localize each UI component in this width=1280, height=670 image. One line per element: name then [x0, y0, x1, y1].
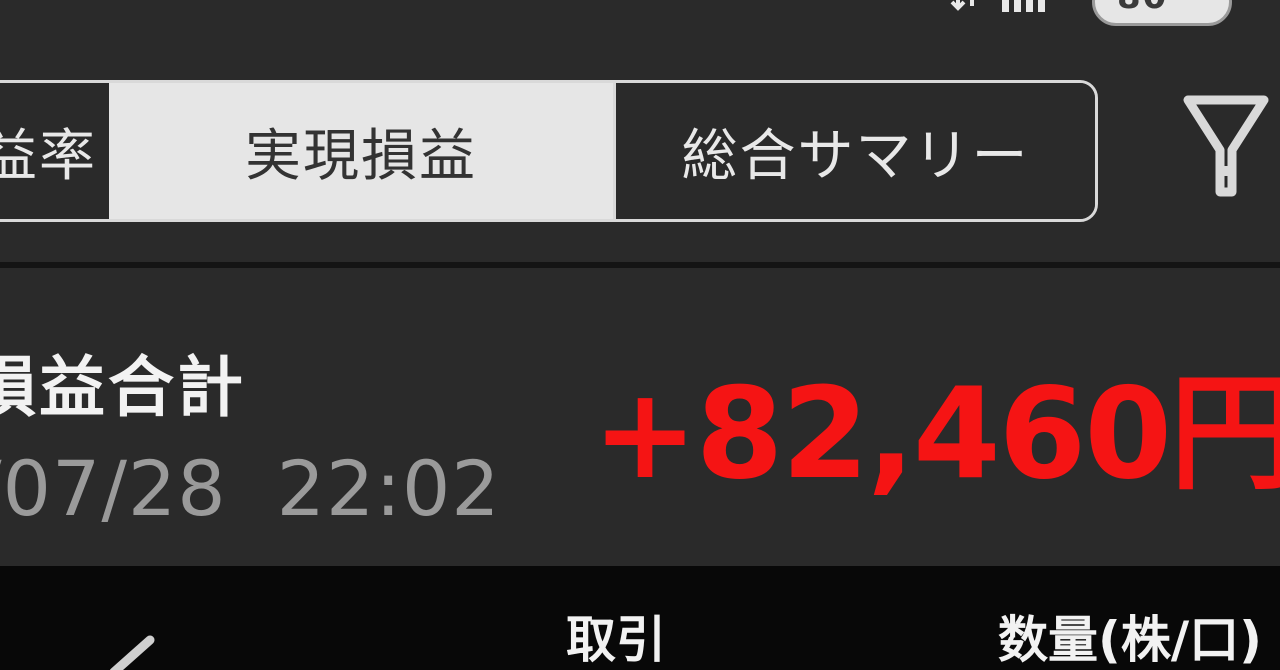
- column-quantity[interactable]: 数量(株/口): [998, 600, 1262, 670]
- battery-icon: 80: [1092, 0, 1232, 26]
- sort-icon[interactable]: [100, 632, 160, 670]
- total-pl-amount: +82,460円: [592, 360, 1280, 507]
- summary-datetime: /07/28 22:02: [0, 444, 501, 533]
- signal-icon: [950, 0, 1045, 12]
- filter-button[interactable]: [1172, 92, 1280, 210]
- filter-icon: [1183, 95, 1269, 197]
- summary-date: /07/28: [0, 444, 227, 533]
- summary-time: 22:02: [276, 444, 501, 533]
- tab-realized-pl[interactable]: 実現損益: [109, 83, 613, 219]
- view-tabs: 益率 実現損益 総合サマリー: [0, 80, 1098, 222]
- tab-rate[interactable]: 益率: [0, 83, 109, 219]
- pl-summary: 損益合計 /07/28 22:02 +82,460円: [0, 268, 1280, 566]
- summary-title: 損益合計: [0, 349, 246, 426]
- tab-summary[interactable]: 総合サマリー: [613, 83, 1095, 219]
- table-header: 取引 数量(株/口): [0, 566, 1280, 670]
- tab-realized-pl-label: 実現損益: [245, 123, 477, 189]
- tab-summary-label: 総合サマリー: [681, 123, 1030, 189]
- column-trade[interactable]: 取引: [566, 600, 666, 670]
- status-bar: 80: [0, 0, 1280, 40]
- screen: 80 益率 実現損益 総合サマリー 損益合計 /07/28 22:02 +82,4…: [0, 0, 1280, 670]
- battery-level: 80: [1117, 0, 1168, 17]
- tab-rate-label: 益率: [0, 123, 97, 189]
